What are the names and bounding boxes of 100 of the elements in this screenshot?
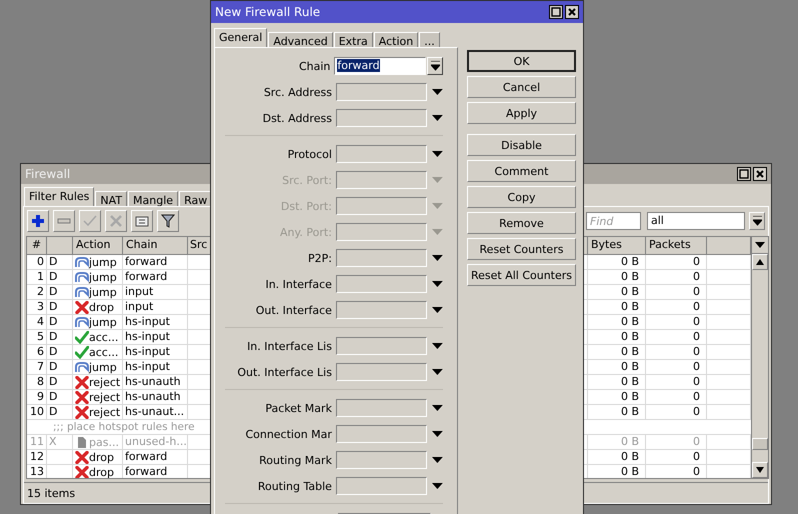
table-cell: drop xyxy=(89,450,114,464)
table-cell: hs-input xyxy=(123,330,188,344)
table-cell: hs-unauth xyxy=(123,375,188,389)
flag-label: D xyxy=(49,360,58,373)
table-cell: 0 xyxy=(646,300,707,314)
table-cell: 9 xyxy=(27,390,47,404)
flag-label: D xyxy=(49,330,58,343)
table-cell: 0 B xyxy=(588,465,646,478)
table-cell: drop xyxy=(89,465,114,478)
table-cell: 0 B xyxy=(588,300,646,314)
table-cell: 0 B xyxy=(588,360,646,374)
table-cell: hs-input xyxy=(123,315,188,329)
field-label: Packet Mark xyxy=(264,402,333,414)
table-cell: jump xyxy=(89,255,117,269)
flag-label: D xyxy=(49,255,58,268)
table-cell: 0 B xyxy=(588,285,646,299)
table-cell: 0 xyxy=(646,360,707,374)
table-cell: pas... xyxy=(89,435,119,449)
table-cell: 10 xyxy=(27,405,47,419)
table-cell: acc... xyxy=(89,345,118,359)
table-cell: input xyxy=(123,285,188,299)
table-cell: 0 B xyxy=(588,390,646,404)
flag-label: D xyxy=(49,285,58,298)
table-cell: jump xyxy=(89,285,117,299)
table-cell: 0 xyxy=(646,405,707,419)
table-cell: 0 xyxy=(646,390,707,404)
item-count: 15 items xyxy=(27,486,76,500)
field-label: Out. Interface Lis xyxy=(236,366,333,378)
window-title: New Firewall Rule xyxy=(215,5,320,19)
table-cell: 7 xyxy=(27,360,47,374)
table-cell: forward xyxy=(123,255,188,269)
table-cell: forward xyxy=(123,465,188,478)
table-cell: 0 xyxy=(646,315,707,329)
table-cell: drop xyxy=(89,300,114,314)
table-cell: 0 xyxy=(646,255,707,269)
table-cell: 13 xyxy=(27,465,47,478)
field-label: Protocol xyxy=(286,148,333,160)
field-label: Dst. Address xyxy=(262,112,333,124)
table-cell: 0 B xyxy=(588,330,646,344)
field-label: Src. Address xyxy=(262,86,333,98)
field-label: P2P: xyxy=(306,252,333,264)
table-cell: 0 B xyxy=(588,345,646,359)
table-cell: jump xyxy=(89,315,117,329)
table-cell: 0 xyxy=(646,465,707,478)
table-cell: input xyxy=(123,300,188,314)
flag-label: D xyxy=(49,390,58,403)
field-label: Chain xyxy=(298,60,332,72)
window-title: Firewall xyxy=(25,167,70,181)
flag-label: D xyxy=(49,270,58,283)
table-cell: acc... xyxy=(89,330,118,344)
flag-label: D xyxy=(49,345,58,358)
flag-label: D xyxy=(49,315,58,328)
table-cell: 0 xyxy=(646,375,707,389)
table-cell: forward xyxy=(123,450,188,464)
table-cell: 0 B xyxy=(588,315,646,329)
table-cell: 0 xyxy=(646,285,707,299)
table-cell: 2 xyxy=(27,285,47,299)
field-label: Routing Table xyxy=(256,480,333,492)
flag-label: D xyxy=(49,300,58,313)
table-cell: 0 B xyxy=(588,435,646,449)
field-label: Any. Port: xyxy=(278,226,333,238)
table-cell: 0 xyxy=(646,270,707,284)
table-cell: 11 xyxy=(27,435,47,449)
field-label: In. Interface xyxy=(264,278,333,290)
flag-label: X xyxy=(49,435,57,448)
field-label: Out. Interface xyxy=(254,304,333,316)
table-cell: unused-h... xyxy=(123,435,188,449)
table-cell: 0 B xyxy=(588,255,646,269)
table-cell: forward xyxy=(123,270,188,284)
table-cell: 0 xyxy=(646,450,707,464)
table-cell: jump xyxy=(89,360,117,374)
table-cell: 0 B xyxy=(588,270,646,284)
table-cell: 12 xyxy=(27,450,47,464)
field-label: Src. Port: xyxy=(281,174,333,186)
table-cell: jump xyxy=(89,270,117,284)
field-label: Routing Mark xyxy=(258,454,333,466)
table-cell: 8 xyxy=(27,375,47,389)
table-cell: 6 xyxy=(27,345,47,359)
table-cell: 0 B xyxy=(588,375,646,389)
table-cell: hs-unauth xyxy=(123,390,188,404)
table-cell: 0 B xyxy=(588,405,646,419)
table-cell: hs-input xyxy=(123,360,188,374)
flag-label: D xyxy=(49,405,58,418)
table-cell: 5 xyxy=(27,330,47,344)
table-cell: 1 xyxy=(27,270,47,284)
table-cell: hs-unaut... xyxy=(123,405,188,419)
table-cell: 4 xyxy=(27,315,47,329)
table-cell: 0 xyxy=(646,435,707,449)
flag-label: D xyxy=(49,375,58,388)
table-cell: 0 xyxy=(646,330,707,344)
table-cell: 0 xyxy=(646,345,707,359)
table-cell: reject xyxy=(89,375,120,389)
table-cell: reject xyxy=(89,405,120,419)
field-label: In. Interface Lis xyxy=(246,340,333,352)
table-cell: 0 B xyxy=(588,450,646,464)
table-cell: hs-input xyxy=(123,345,188,359)
table-cell: 3 xyxy=(27,300,47,314)
field-label: Dst. Port: xyxy=(280,200,333,212)
table-cell: 0 xyxy=(27,255,47,269)
table-cell: reject xyxy=(89,390,120,404)
